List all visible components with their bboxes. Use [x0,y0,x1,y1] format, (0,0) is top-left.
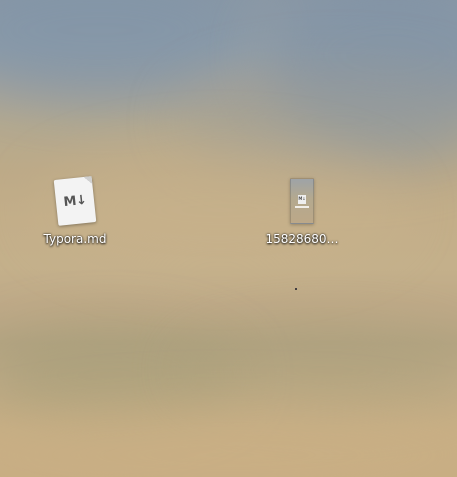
desktop[interactable]: M↓ Typora.md M↓ 15828680… [0,0,457,477]
thumbnail-markdown-glyph: M↓ [298,194,306,204]
desktop-icon-screenshot-image[interactable]: M↓ 15828680… [254,178,350,246]
markdown-glyph: M↓ [62,192,88,210]
wallpaper-sky-left [0,0,260,100]
desktop-icon-label: 15828680… [265,232,339,246]
desktop-icon-typora-md[interactable]: M↓ Typora.md [27,176,123,246]
wallpaper-foreground [0,410,457,477]
image-thumbnail-icon: M↓ [290,178,314,224]
desktop-icon-label: Typora.md [43,232,107,246]
markdown-file-icon: M↓ [53,176,97,226]
mouse-cursor-dot [295,288,297,290]
thumbnail-caption-line [295,205,309,208]
